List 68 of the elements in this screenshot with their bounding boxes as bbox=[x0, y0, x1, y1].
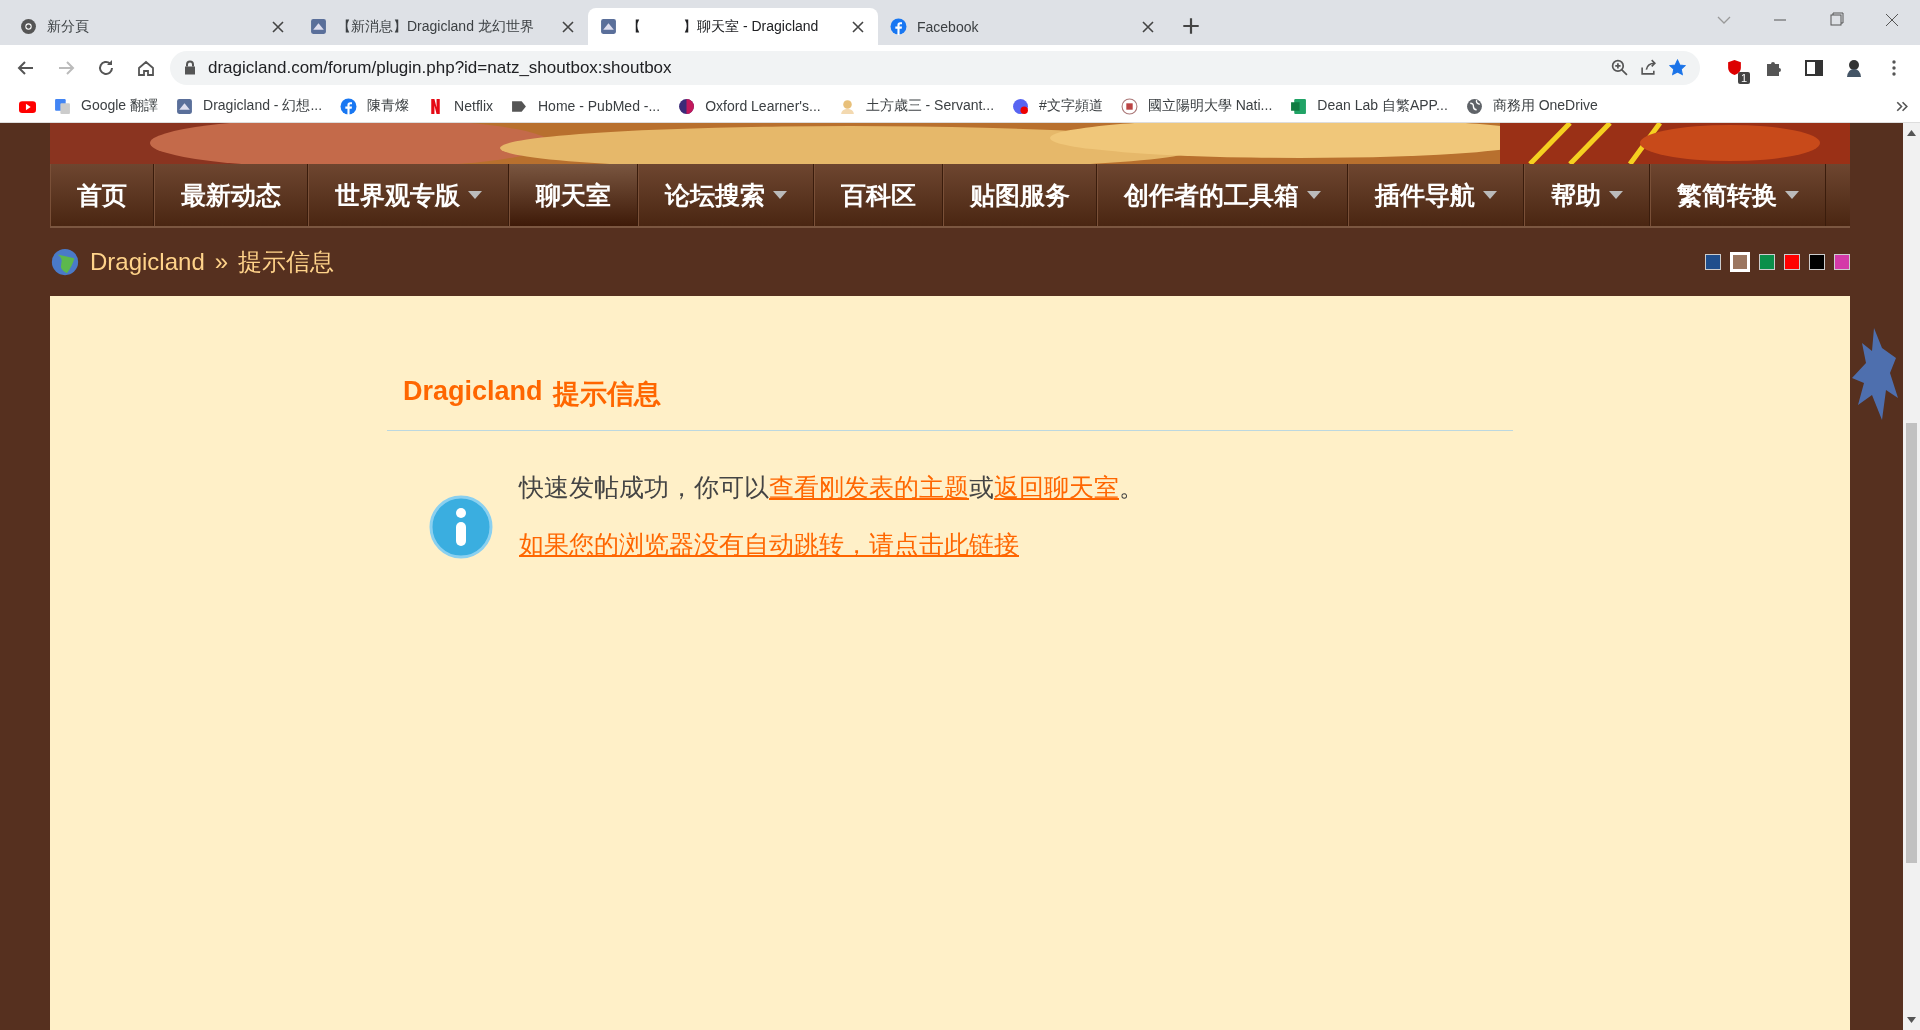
site-icon bbox=[310, 18, 327, 35]
bookmark[interactable]: 國立陽明大學 Nati... bbox=[1111, 97, 1282, 115]
facebook-icon bbox=[890, 18, 907, 35]
avatar-icon bbox=[838, 97, 856, 115]
close-icon[interactable] bbox=[560, 20, 576, 33]
translate-icon bbox=[54, 97, 71, 115]
home-link[interactable]: Dragicland bbox=[90, 248, 205, 276]
bookmark[interactable]: #文字頻道 bbox=[1003, 97, 1112, 115]
shield-icon[interactable] bbox=[1725, 59, 1743, 76]
bookmark[interactable]: 商務用 OneDrive bbox=[1456, 97, 1607, 115]
scroll-up-icon[interactable] bbox=[1907, 129, 1916, 138]
bookmark[interactable]: Google 翻譯 bbox=[45, 97, 168, 115]
bookmark[interactable]: 陳青燦 bbox=[331, 97, 419, 115]
browser-tab[interactable]: 【新消息】Dragicland 龙幻世界 bbox=[298, 8, 588, 45]
nav-tab[interactable]: 帮助 bbox=[1524, 164, 1650, 226]
star-icon[interactable] bbox=[1669, 59, 1686, 76]
chat-icon bbox=[1012, 97, 1029, 115]
info-icon bbox=[429, 495, 493, 559]
share-icon[interactable] bbox=[1640, 59, 1657, 76]
message-title: 提示信息 bbox=[552, 378, 661, 411]
browser-tab[interactable]: Facebook bbox=[878, 8, 1168, 45]
message-text: 快速发帖成功，你可以查看刚发表的主题或返回聊天室。 bbox=[519, 472, 1144, 503]
globe-icon bbox=[1465, 97, 1483, 115]
bookmark[interactable]: 土方歳三 - Servant... bbox=[829, 97, 1003, 115]
emblem-icon bbox=[1120, 97, 1138, 115]
nav-tab[interactable]: 贴图服务 bbox=[943, 164, 1097, 226]
plus-icon[interactable] bbox=[1180, 15, 1202, 37]
bookmark[interactable]: Netflix bbox=[418, 97, 502, 115]
nav-tab[interactable]: 论坛搜索 bbox=[638, 164, 814, 226]
site-icon bbox=[600, 18, 617, 35]
lock-icon[interactable] bbox=[184, 59, 196, 76]
count-badge: 1 bbox=[1737, 71, 1750, 84]
side-panel-icon[interactable] bbox=[1804, 57, 1824, 78]
facebook-icon bbox=[340, 97, 358, 115]
theme-swatch[interactable] bbox=[1705, 254, 1721, 270]
close-icon[interactable] bbox=[850, 20, 866, 33]
nav-tab[interactable]: 首页 bbox=[50, 164, 154, 226]
bookmark[interactable]: Home - PubMed -... bbox=[502, 97, 670, 115]
breadcrumb-separator: » bbox=[214, 248, 229, 276]
scrollbar[interactable] bbox=[1903, 123, 1920, 1030]
bookmark[interactable]: Dragicland - 幻想... bbox=[167, 97, 332, 115]
scroll-down-icon[interactable] bbox=[1907, 1015, 1916, 1024]
theme-swatch[interactable] bbox=[1809, 254, 1825, 270]
theme-swatch[interactable] bbox=[1759, 254, 1775, 270]
nav-tab[interactable]: 聊天室 bbox=[509, 164, 638, 226]
zoom-icon[interactable] bbox=[1611, 59, 1628, 76]
nav-tab[interactable]: 创作者的工具箱 bbox=[1097, 164, 1348, 226]
address-bar[interactable]: dragicland.com/forum/plugin.php?id=natz_shoutbox:shoutbox bbox=[170, 50, 1700, 85]
sphere-icon bbox=[678, 97, 696, 115]
avatar-icon[interactable] bbox=[1844, 57, 1864, 78]
bookmark[interactable]: Oxford Learner's... bbox=[669, 97, 830, 115]
site-icon bbox=[176, 97, 194, 115]
theme-swatch[interactable] bbox=[1784, 254, 1800, 270]
nav-tab[interactable]: 插件导航 bbox=[1348, 164, 1524, 226]
nav-tab[interactable]: 繁简转换 bbox=[1650, 164, 1826, 226]
globe-icon bbox=[50, 247, 80, 277]
nav-tab[interactable]: 最新动态 bbox=[154, 164, 308, 226]
browser-tab[interactable]: 新分頁 bbox=[8, 8, 298, 45]
close-icon[interactable] bbox=[270, 20, 286, 33]
browser-tab[interactable]: 【 】聊天室 - Dragicland bbox=[588, 8, 878, 45]
theme-swatch[interactable] bbox=[1834, 254, 1850, 270]
close-icon[interactable] bbox=[1140, 20, 1156, 33]
bookmark[interactable]: Dean Lab 自繁APP... bbox=[1281, 97, 1457, 115]
site-name: Dragicland bbox=[403, 376, 543, 408]
nav-tab[interactable]: 百科区 bbox=[814, 164, 943, 226]
browser-icon bbox=[20, 18, 37, 35]
breadcrumb-current: 提示信息 bbox=[238, 247, 335, 277]
spreadsheet-icon bbox=[1290, 97, 1308, 115]
